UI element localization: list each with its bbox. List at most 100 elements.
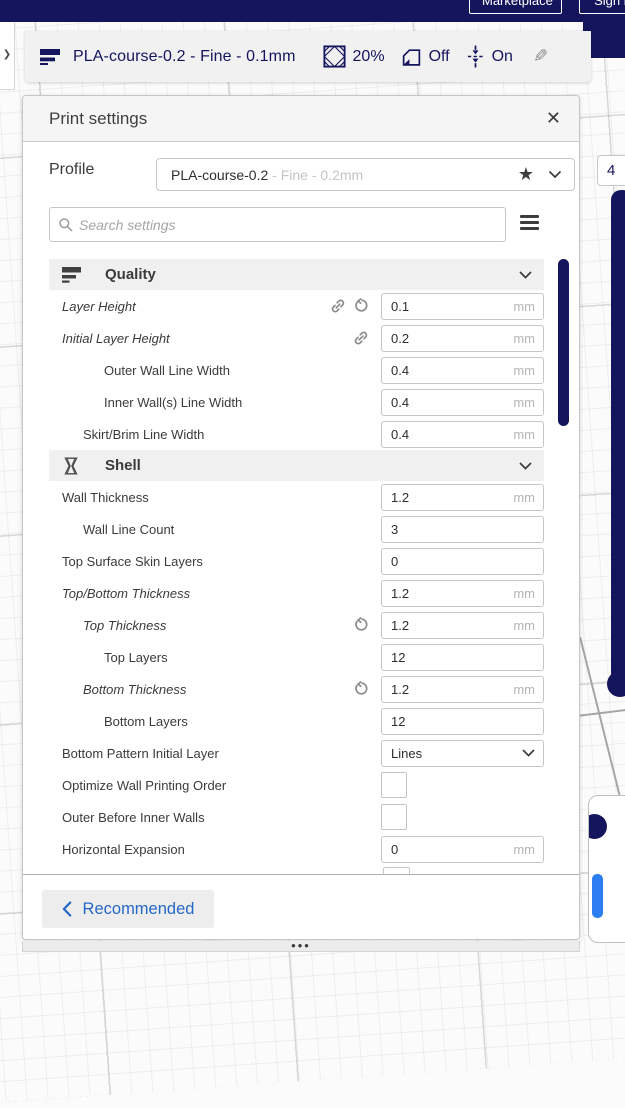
setting-input[interactable]: 12 bbox=[381, 708, 544, 735]
revert-icon[interactable] bbox=[353, 681, 369, 697]
close-icon[interactable]: ✕ bbox=[546, 108, 561, 129]
setting-row: Wall Line Count3 bbox=[23, 513, 579, 545]
setting-input[interactable]: 1.2 mm bbox=[381, 580, 544, 607]
setting-unit: mm bbox=[513, 586, 535, 601]
setting-row: Top Thickness1.2mm bbox=[23, 609, 579, 641]
setting-label: Horizontal Expansion bbox=[23, 842, 369, 857]
setting-label: Outer Before Inner Walls bbox=[23, 810, 369, 825]
action-panel-edge bbox=[588, 795, 625, 943]
layers-icon bbox=[40, 48, 61, 65]
setting-label: Optimize Wall Printing Order bbox=[23, 778, 369, 793]
setting-value: 1.2 bbox=[391, 682, 409, 697]
search-input[interactable] bbox=[79, 217, 497, 233]
panel-title: Print settings bbox=[49, 109, 546, 129]
star-icon[interactable]: ★ bbox=[518, 164, 534, 185]
setting-row: Top Layers 12 bbox=[23, 641, 579, 673]
setting-row: Inner Wall(s) Line Width 0.4mm bbox=[23, 386, 579, 418]
setting-unit: mm bbox=[513, 299, 535, 314]
infill-value: 20% bbox=[353, 48, 385, 66]
section-header-quality[interactable]: Quality bbox=[49, 259, 544, 290]
profile-label: Profile bbox=[49, 161, 94, 179]
setting-label: Top Layers bbox=[23, 650, 369, 665]
viewport-scrollbar[interactable] bbox=[611, 190, 625, 683]
shell-icon bbox=[61, 456, 85, 476]
setting-input[interactable]: 1.2 mm bbox=[381, 484, 544, 511]
setting-checkbox[interactable] bbox=[381, 772, 407, 798]
print-settings-panel: Print settings ✕ Profile PLA-course-0.2 … bbox=[22, 95, 580, 940]
link-icon[interactable] bbox=[353, 330, 369, 346]
setting-label: Top/Bottom Thickness bbox=[23, 586, 369, 601]
setting-value: 1.2 bbox=[391, 586, 409, 601]
support-icon bbox=[401, 47, 422, 67]
setting-unit: mm bbox=[513, 618, 535, 633]
edit-pencil-icon[interactable]: ✎ bbox=[533, 46, 548, 67]
section-header-shell[interactable]: Shell bbox=[49, 450, 544, 481]
panel-footer: Recommended bbox=[23, 874, 579, 939]
setting-row: Wall Thickness1.2mm bbox=[23, 481, 579, 513]
setting-label: Top Surface Skin Layers bbox=[23, 554, 369, 569]
setting-label: Bottom Thickness bbox=[23, 682, 353, 697]
setting-value: 12 bbox=[391, 650, 405, 665]
profile-row: Profile PLA-course-0.2 - Fine - 0.2mm ★ bbox=[23, 142, 579, 202]
resize-dots: ••• bbox=[291, 943, 311, 949]
layer-indicator: 4 bbox=[597, 155, 625, 186]
setting-value: 0.1 bbox=[391, 299, 409, 314]
setting-row: Bottom Thickness 1.2 mm bbox=[23, 673, 579, 705]
setting-label: Inner Wall(s) Line Width bbox=[23, 395, 369, 410]
setting-input[interactable]: 0.4mm bbox=[381, 389, 544, 416]
action-dot[interactable] bbox=[588, 814, 607, 839]
search-box[interactable] bbox=[49, 207, 506, 242]
setting-input[interactable]: 0.4mm bbox=[381, 357, 544, 384]
setting-unit: mm bbox=[513, 682, 535, 697]
setting-value: Lines bbox=[391, 746, 422, 761]
panel-scrollbar[interactable] bbox=[558, 259, 569, 426]
search-row bbox=[23, 202, 579, 259]
setting-checkbox[interactable] bbox=[381, 804, 407, 830]
setting-unit: mm bbox=[513, 490, 535, 505]
setting-input[interactable]: 0mm bbox=[381, 836, 544, 863]
profile-suffix: - Fine - 0.2mm bbox=[268, 167, 518, 183]
panel-header: Print settings ✕ bbox=[23, 96, 579, 142]
setting-input[interactable]: 0 bbox=[381, 548, 544, 575]
setting-row: Outer Wall Line Width0.4mm bbox=[23, 354, 579, 386]
link-icon[interactable] bbox=[330, 298, 346, 314]
setting-label: Bottom Pattern Initial Layer bbox=[23, 746, 369, 761]
slice-button-sliver[interactable] bbox=[592, 874, 603, 918]
recommended-mode-button[interactable]: Recommended bbox=[42, 890, 214, 928]
setting-value: 3 bbox=[391, 522, 398, 537]
setting-unit: mm bbox=[513, 842, 535, 857]
marketplace-button[interactable]: Marketplace bbox=[469, 0, 562, 14]
setting-input[interactable]: 12 bbox=[381, 644, 544, 671]
setting-input[interactable]: 0.4 mm bbox=[381, 421, 544, 448]
setting-dropdown[interactable]: Lines bbox=[381, 740, 544, 767]
sign-in-button[interactable]: Sign in bbox=[579, 0, 625, 14]
setting-input[interactable]: 0.1 mm bbox=[381, 293, 544, 320]
setting-value: 0.4 bbox=[391, 427, 409, 442]
setting-label: Bottom Layers bbox=[23, 714, 369, 729]
setting-value: 12 bbox=[391, 714, 405, 729]
setting-row: Top Surface Skin Layers 0 bbox=[23, 545, 579, 577]
revert-icon[interactable] bbox=[353, 298, 369, 314]
setting-input[interactable]: 1.2 mm bbox=[381, 676, 544, 703]
setting-label: Layer Height bbox=[23, 299, 330, 314]
panel-resize-handle[interactable]: ••• bbox=[22, 941, 580, 952]
setting-value: 1.2 bbox=[391, 618, 409, 633]
setting-row: Initial Layer Height0.2mm bbox=[23, 322, 579, 354]
revert-icon[interactable] bbox=[353, 617, 369, 633]
print-setup-header[interactable]: PLA-course-0.2 - Fine - 0.1mm 20% Off On… bbox=[25, 31, 591, 82]
chevron-left-icon bbox=[62, 901, 72, 917]
profile-dropdown[interactable]: PLA-course-0.2 - Fine - 0.2mm ★ bbox=[156, 158, 575, 191]
setting-unit: mm bbox=[513, 427, 535, 442]
setting-label: Skirt/Brim Line Width bbox=[23, 427, 369, 442]
setting-input[interactable]: 1.2 mm bbox=[381, 612, 544, 639]
setting-input[interactable]: 3 bbox=[381, 516, 544, 543]
recommended-label: Recommended bbox=[83, 900, 195, 919]
setting-row: Layer Height 0.1 mm bbox=[23, 290, 579, 322]
settings-visibility-menu-icon[interactable] bbox=[520, 215, 539, 230]
setting-value: 0.2 bbox=[391, 331, 409, 346]
section-title: Shell bbox=[105, 457, 519, 474]
collapsed-toolbar-strip[interactable]: ❯ bbox=[0, 22, 15, 90]
setting-row: Top/Bottom Thickness 1.2 mm bbox=[23, 577, 579, 609]
setting-value: 1.2 bbox=[391, 490, 409, 505]
setting-input[interactable]: 0.2mm bbox=[381, 325, 544, 352]
